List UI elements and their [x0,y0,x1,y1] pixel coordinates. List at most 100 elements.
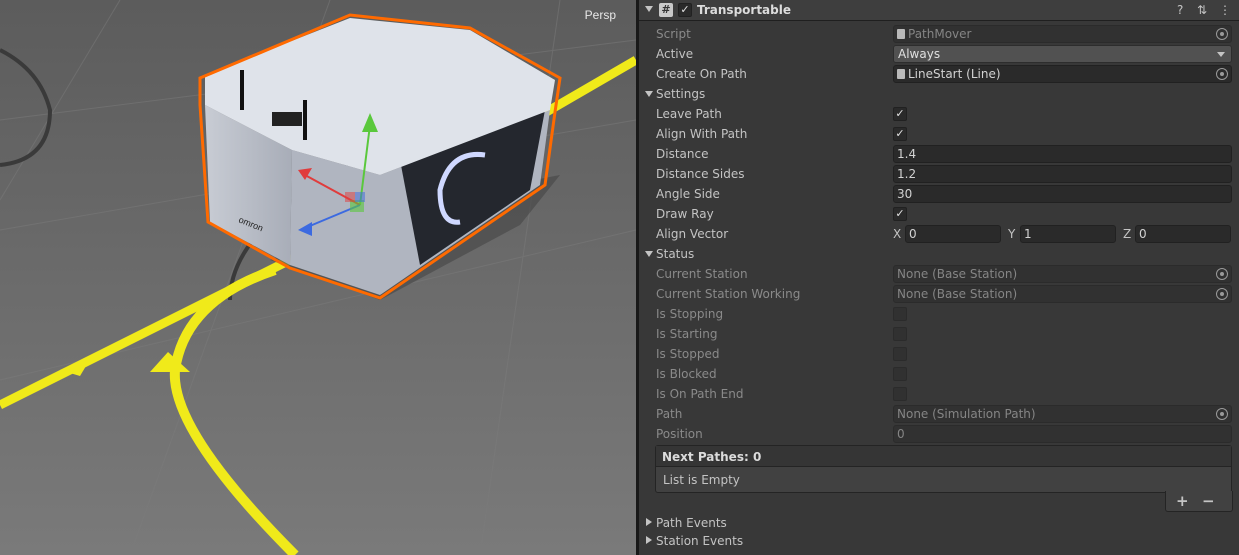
dropdown-arrow-icon [1217,52,1225,57]
create-on-path-value: LineStart (Line) [908,67,1001,81]
y-axis-label[interactable]: Y [1008,227,1015,241]
current-station-label: Current Station [656,267,748,281]
align-vector-z-field[interactable]: 0 [1135,225,1231,243]
is-starting-label: Is Starting [656,327,718,341]
align-vector-row: Align Vector X 0 Y 1 Z 0 [639,224,1239,244]
is-on-path-end-label: Is On Path End [656,387,744,401]
is-blocked-checkbox [893,367,907,381]
is-on-path-end-row: Is On Path End [639,384,1239,404]
add-element-button[interactable]: + [1176,492,1189,510]
current-station-working-row: Current Station Working None (Base Stati… [639,284,1239,304]
active-label: Active [656,47,694,61]
is-starting-row: Is Starting [639,324,1239,344]
object-picker-icon [1216,408,1228,420]
align-vector-y-field[interactable]: 1 [1020,225,1116,243]
script-row: Script PathMover [639,24,1239,44]
distance-sides-field[interactable]: 1.2 [893,165,1232,183]
object-picker-icon[interactable] [1216,68,1228,80]
draw-ray-label: Draw Ray [656,207,714,221]
path-value: None (Simulation Path) [897,407,1036,421]
align-with-path-label: Align With Path [656,127,748,141]
path-events-label[interactable]: Path Events [656,516,727,530]
status-header[interactable]: Status [656,247,694,261]
draw-ray-checkbox[interactable]: ✓ [893,207,907,221]
preset-icon[interactable]: ⇅ [1197,3,1207,17]
object-picker-icon [1216,268,1228,280]
is-stopped-label: Is Stopped [656,347,720,361]
object-picker-icon [1216,288,1228,300]
current-station-working-value: None (Base Station) [897,287,1018,301]
align-vector-label: Align Vector [656,227,729,241]
scene-view[interactable]: omron Persp [0,0,636,555]
distance-sides-label: Distance Sides [656,167,745,181]
context-menu-icon[interactable]: ⋮ [1219,3,1231,17]
component-enabled-checkbox[interactable]: ✓ [678,3,692,17]
list-controls: + − [1165,491,1233,512]
foldout-arrow-icon[interactable] [646,536,652,544]
settings-foldout[interactable]: Settings [639,84,1239,104]
path-label: Path [656,407,683,421]
script-field: PathMover [893,25,1232,43]
next-pathes-header[interactable]: Next Pathes: 0 [656,446,1231,467]
foldout-arrow-icon[interactable] [645,251,653,257]
x-axis-label[interactable]: X [893,227,901,241]
align-with-path-checkbox[interactable]: ✓ [893,127,907,141]
active-dropdown[interactable]: Always [893,45,1232,63]
object-icon [897,69,905,79]
create-on-path-label: Create On Path [656,67,747,81]
create-on-path-field[interactable]: LineStart (Line) [893,65,1232,83]
distance-sides-row: Distance Sides 1.2 [639,164,1239,184]
is-blocked-label: Is Blocked [656,367,717,381]
active-value: Always [898,47,941,61]
fold-arrow-icon[interactable] [645,6,653,12]
path-row: Path None (Simulation Path) [639,404,1239,424]
is-stopping-label: Is Stopping [656,307,724,321]
position-field: 0 [893,425,1232,443]
draw-ray-row: Draw Ray ✓ [639,204,1239,224]
object-picker-icon [1216,28,1228,40]
scene-render: omron [0,0,636,555]
status-foldout[interactable]: Status [639,244,1239,264]
help-icon[interactable]: ? [1177,3,1183,17]
distance-row: Distance 1.4 [639,144,1239,164]
view-mode-label[interactable]: Persp [585,8,616,22]
align-with-path-row: Align With Path ✓ [639,124,1239,144]
position-label: Position [656,427,703,441]
foldout-arrow-icon[interactable] [646,518,652,526]
distance-field[interactable]: 1.4 [893,145,1232,163]
distance-label: Distance [656,147,709,161]
component-header[interactable]: # ✓ Transportable ? ⇅ ⋮ [639,0,1239,21]
leave-path-row: Leave Path ✓ [639,104,1239,124]
align-vector-x-field[interactable]: 0 [905,225,1001,243]
inspector-panel: # ✓ Transportable ? ⇅ ⋮ Script PathMover… [639,0,1239,555]
active-row: Active Always [639,44,1239,64]
is-starting-checkbox [893,327,907,341]
remove-element-button[interactable]: − [1202,492,1215,510]
script-value: PathMover [908,27,972,41]
current-station-working-label: Current Station Working [656,287,801,301]
is-on-path-end-checkbox [893,387,907,401]
foldout-arrow-icon[interactable] [645,91,653,97]
create-on-path-row: Create On Path LineStart (Line) [639,64,1239,84]
path-events-foldout[interactable]: Path Events [639,513,1239,533]
angle-side-row: Angle Side 30 [639,184,1239,204]
script-file-icon [897,29,905,39]
angle-side-label: Angle Side [656,187,720,201]
settings-header[interactable]: Settings [656,87,705,101]
leave-path-label: Leave Path [656,107,722,121]
z-axis-label[interactable]: Z [1123,227,1131,241]
is-stopped-row: Is Stopped [639,344,1239,364]
angle-side-field[interactable]: 30 [893,185,1232,203]
is-stopping-checkbox [893,307,907,321]
next-pathes-list: Next Pathes: 0 List is Empty [655,445,1232,493]
is-stopped-checkbox [893,347,907,361]
current-station-field: None (Base Station) [893,265,1232,283]
leave-path-checkbox[interactable]: ✓ [893,107,907,121]
station-events-label[interactable]: Station Events [656,534,743,548]
is-blocked-row: Is Blocked [639,364,1239,384]
current-station-value: None (Base Station) [897,267,1018,281]
component-title: Transportable [697,3,791,17]
script-icon: # [659,3,673,17]
station-events-foldout[interactable]: Station Events [639,531,1239,551]
current-station-working-field: None (Base Station) [893,285,1232,303]
